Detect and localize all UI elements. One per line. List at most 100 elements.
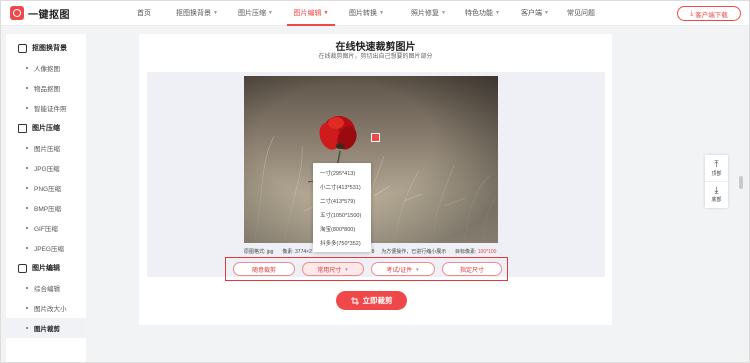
target-label: 目标像素: xyxy=(455,249,477,255)
nav-convert[interactable]: 图片转换 ▼ xyxy=(335,0,397,26)
sidebar-item-label: 物品抠图 xyxy=(34,86,60,93)
sidebar-group-cutout[interactable]: 抠图换背景 xyxy=(6,38,86,58)
pixel-value-tail: 8 xyxy=(371,249,375,255)
nav-label: 抠图换背景 xyxy=(176,9,211,17)
main-nav: 首页 抠图换背景 ▼ 图片压缩 ▼ 图片编辑 ▼ 图片转换 ▼ 照片修复 ▼ 特色功能 ▼ … xyxy=(128,0,597,26)
size-option[interactable]: 五寸(1050*1500) xyxy=(313,209,371,223)
button-label: 常用尺寸 xyxy=(317,267,342,274)
sidebar-item-bmp[interactable]: BMP压缩 xyxy=(6,198,86,218)
nav-cutout[interactable]: 抠图换背景 ▼ xyxy=(160,0,222,26)
bullet-icon xyxy=(26,247,28,249)
crop-handle-icon[interactable] xyxy=(371,133,380,142)
sidebar-item-label: 综合编辑 xyxy=(34,286,60,293)
page-subtitle: 在线裁剪图片，剪切出自己想要的图片部分 xyxy=(318,54,433,60)
bullet-icon xyxy=(26,167,28,169)
nav-features[interactable]: 特色功能 ▼ xyxy=(453,0,509,26)
download-icon: ⤓ xyxy=(690,9,694,17)
nav-label: 照片修复 xyxy=(411,9,439,17)
exam-id-button[interactable]: 考试/证件 ▼ xyxy=(371,262,435,276)
nav-label: 图片压缩 xyxy=(238,9,266,17)
logo[interactable]: 一键抠图 xyxy=(10,6,70,21)
chevron-down-icon: ▼ xyxy=(323,9,329,16)
sidebar-item-gif[interactable]: GIF压缩 xyxy=(6,218,86,238)
common-size-menu: 一寸(295*413) 小二寸(413*531) 二寸(413*579) 五寸(… xyxy=(313,163,371,252)
chevron-down-icon: ▼ xyxy=(544,9,549,16)
nav-repair[interactable]: 照片修复 ▼ xyxy=(397,0,453,26)
button-label: 考试/证件 xyxy=(386,267,413,274)
sidebar-group-label: 图片压缩 xyxy=(32,125,60,132)
free-crop-button[interactable]: 随意裁剪 xyxy=(233,262,295,276)
button-label: 指定尺寸 xyxy=(459,267,484,274)
arrow-down-icon: ⤓ xyxy=(714,185,719,195)
chevron-down-icon: ▼ xyxy=(268,9,273,16)
client-download-button[interactable]: ⤓ 客户端下载 xyxy=(677,6,741,21)
go-to-bottom-button[interactable]: ⤓ 底部 xyxy=(705,181,728,207)
button-label: 随意裁剪 xyxy=(251,267,276,274)
format-value: jpg xyxy=(266,249,274,255)
bullet-icon xyxy=(26,187,28,189)
sidebar-item-png[interactable]: PNG压缩 xyxy=(6,178,86,198)
arrow-up-icon: ⤒ xyxy=(714,158,719,169)
size-option[interactable]: 一寸(295*413) xyxy=(313,167,371,181)
custom-size-button[interactable]: 指定尺寸 xyxy=(442,262,502,276)
sidebar-item-label: 图片压缩 xyxy=(34,146,60,153)
sidebar-item-id-photo[interactable]: 智能证件照 xyxy=(6,98,86,118)
sidebar-item-compress[interactable]: 图片压缩 xyxy=(6,138,86,158)
crop-mode-group: 随意裁剪 常用尺寸 ▼ 考试/证件 ▼ 指定尺寸 xyxy=(225,257,508,281)
nav-label: 图片编辑 xyxy=(293,9,322,17)
format-label: 原图格式: xyxy=(244,249,266,255)
nav-client[interactable]: 客户端 ▼ xyxy=(509,0,557,26)
scrollbar-thumb[interactable] xyxy=(739,176,743,189)
crop-now-label: 立即裁剪 xyxy=(362,296,393,305)
nav-label: 客户端 xyxy=(521,9,542,17)
sidebar-item-resize[interactable]: 图片改大小 xyxy=(6,298,86,318)
bullet-icon xyxy=(26,327,28,329)
sidebar-item-label: 图片裁剪 xyxy=(34,326,60,333)
bullet-icon xyxy=(26,307,28,309)
sidebar-item-general-edit[interactable]: 综合编辑 xyxy=(6,278,86,298)
logo-icon xyxy=(10,6,24,20)
logo-text: 一键抠图 xyxy=(28,9,70,21)
float-toolbar: ⤒ 顶部 ⤓ 底部 xyxy=(705,155,728,208)
size-option[interactable]: 二寸(413*579) xyxy=(313,195,371,209)
sidebar-item-object[interactable]: 物品抠图 xyxy=(6,78,86,98)
sidebar-group-edit[interactable]: 图片编辑 xyxy=(6,258,86,278)
nav-edit[interactable]: 图片编辑 ▼ xyxy=(287,0,335,26)
bottom-label: 底部 xyxy=(711,197,722,203)
nav-home[interactable]: 首页 xyxy=(128,0,160,26)
common-size-button[interactable]: 常用尺寸 ▼ xyxy=(302,262,364,276)
bullet-icon xyxy=(26,147,28,149)
compress-icon xyxy=(18,123,27,133)
chevron-down-icon: ▼ xyxy=(441,9,446,16)
download-label: 客户端下载 xyxy=(695,11,728,19)
sidebar-item-crop[interactable]: 图片裁剪 xyxy=(6,318,86,338)
sidebar-item-portrait[interactable]: 人像抠图 xyxy=(6,58,86,78)
sidebar-group-compress[interactable]: 图片压缩 xyxy=(6,118,86,138)
sidebar-item-jpeg[interactable]: JPEG压缩 xyxy=(6,238,86,258)
nav-label: 首页 xyxy=(137,9,151,17)
bullet-icon xyxy=(26,207,28,209)
poppy-photo xyxy=(244,76,498,243)
image-cutout-icon xyxy=(18,43,27,53)
nav-faq[interactable]: 常见问题 xyxy=(557,0,597,26)
bullet-icon xyxy=(26,87,28,89)
chevron-down-icon: ▼ xyxy=(495,9,500,16)
sidebar: 抠图换背景 人像抠图 物品抠图 智能证件照 图片压缩 图片压缩 JPG压缩 PN… xyxy=(6,34,86,363)
chevron-down-icon: ▼ xyxy=(379,9,384,16)
pixel-label: 像素: xyxy=(282,249,294,255)
sidebar-group-label: 抠图换背景 xyxy=(32,45,67,52)
sidebar-item-label: GIF压缩 xyxy=(34,226,58,233)
sidebar-item-label: 智能证件照 xyxy=(34,106,67,113)
photo-preview[interactable] xyxy=(244,76,498,243)
back-to-top-button[interactable]: ⤒ 顶部 xyxy=(705,155,728,181)
crop-now-button[interactable]: 立即裁剪 xyxy=(336,291,407,310)
size-option[interactable]: 小二寸(413*531) xyxy=(313,181,371,195)
zoom-hint: 为方便操作，已进行缩小展示 xyxy=(381,249,447,255)
sidebar-item-label: BMP压缩 xyxy=(34,206,62,213)
size-option[interactable]: 淘宝(800*800) xyxy=(313,223,371,237)
sidebar-item-label: 人像抠图 xyxy=(34,66,60,73)
nav-compress[interactable]: 图片压缩 ▼ xyxy=(222,0,277,26)
size-option[interactable]: 抖多多(750*352) xyxy=(313,237,371,251)
bullet-icon xyxy=(26,227,28,229)
sidebar-item-jpg[interactable]: JPG压缩 xyxy=(6,158,86,178)
